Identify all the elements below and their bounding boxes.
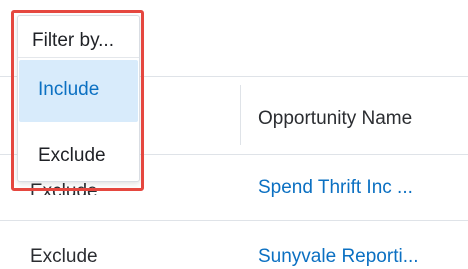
row-1-opportunity-link[interactable]: Spend Thrift Inc ... xyxy=(258,177,413,199)
filtered-table-view: Opportunity Name Exclude Spend Thrift In… xyxy=(0,0,468,269)
row-divider-2 xyxy=(0,220,468,221)
row-1-action: Exclude xyxy=(30,181,98,195)
exclude-option[interactable]: Exclude xyxy=(19,136,138,172)
dropdown-divider xyxy=(18,57,139,58)
row-2-opportunity-link[interactable]: Sunyvale Reporti... xyxy=(258,246,419,268)
row-2-action: Exclude xyxy=(30,246,98,267)
filter-dropdown-menu: Filter by... Include Exclude xyxy=(17,15,140,182)
column-divider xyxy=(240,85,241,145)
opportunity-name-column-header[interactable]: Opportunity Name xyxy=(258,108,412,130)
filter-by-title: Filter by... xyxy=(32,30,114,51)
include-option[interactable]: Include xyxy=(19,60,138,122)
include-option-label: Include xyxy=(38,79,100,100)
exclude-option-label: Exclude xyxy=(38,145,106,166)
